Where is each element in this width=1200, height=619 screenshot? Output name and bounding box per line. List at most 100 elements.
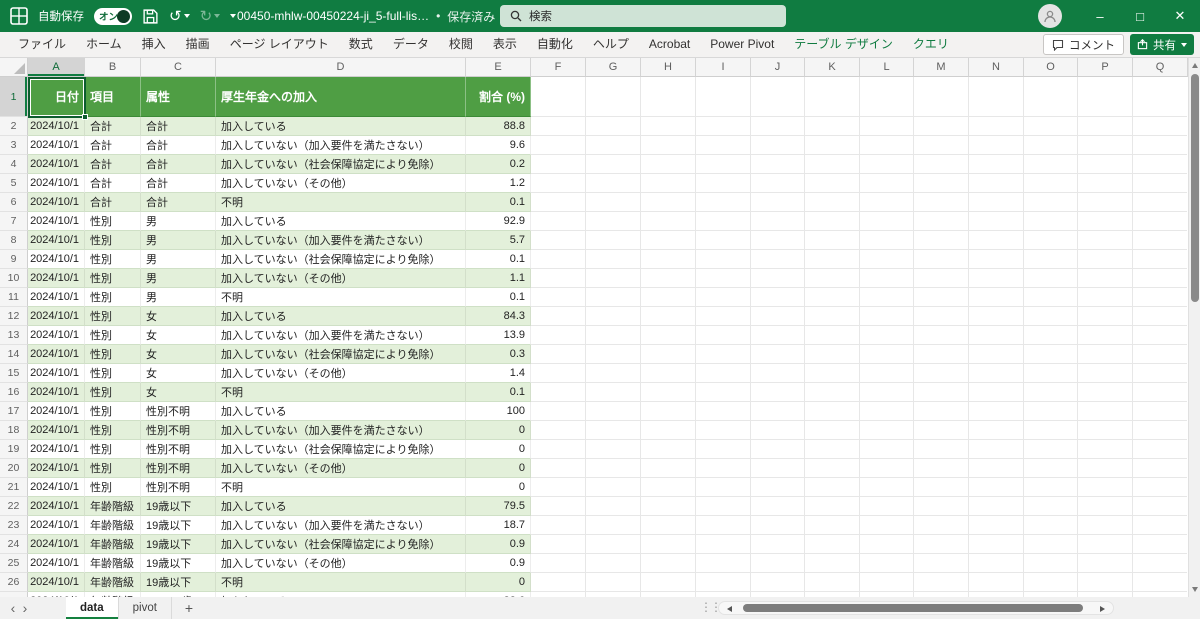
cell-B23[interactable]: 年齢階級 — [85, 516, 141, 535]
cell-L14[interactable] — [860, 345, 914, 364]
cell-M15[interactable] — [914, 364, 969, 383]
cell-I6[interactable] — [696, 193, 751, 212]
cell-N18[interactable] — [969, 421, 1024, 440]
cell-F5[interactable] — [531, 174, 586, 193]
row-header-11[interactable]: 11 — [0, 288, 28, 307]
select-all-corner[interactable] — [0, 58, 28, 77]
cell-N13[interactable] — [969, 326, 1024, 345]
cell-I14[interactable] — [696, 345, 751, 364]
ribbon-tab-8[interactable]: 表示 — [483, 32, 527, 58]
cell-D16[interactable]: 不明 — [216, 383, 466, 402]
cell-Q21[interactable] — [1133, 478, 1187, 497]
cell-P22[interactable] — [1078, 497, 1133, 516]
cell-D1[interactable]: 厚生年金への加入 — [216, 77, 466, 117]
cell-P6[interactable] — [1078, 193, 1133, 212]
cell-A1[interactable]: 日付 — [28, 77, 85, 117]
horizontal-scrollbar-thumb[interactable] — [743, 604, 1083, 612]
cell-L12[interactable] — [860, 307, 914, 326]
cell-F18[interactable] — [531, 421, 586, 440]
cell-D3[interactable]: 加入していない（加入要件を満たさない） — [216, 136, 466, 155]
cell-F22[interactable] — [531, 497, 586, 516]
cell-P21[interactable] — [1078, 478, 1133, 497]
cell-M4[interactable] — [914, 155, 969, 174]
cell-K2[interactable] — [805, 117, 860, 136]
cell-P9[interactable] — [1078, 250, 1133, 269]
cell-H14[interactable] — [641, 345, 696, 364]
cell-G16[interactable] — [586, 383, 641, 402]
cell-F4[interactable] — [531, 155, 586, 174]
cell-H20[interactable] — [641, 459, 696, 478]
cell-I17[interactable] — [696, 402, 751, 421]
row-header-17[interactable]: 17 — [0, 402, 28, 421]
cell-N25[interactable] — [969, 554, 1024, 573]
row-header-22[interactable]: 22 — [0, 497, 28, 516]
cell-N12[interactable] — [969, 307, 1024, 326]
cell-C23[interactable]: 19歳以下 — [141, 516, 216, 535]
cell-A4[interactable]: 2024/10/1 — [28, 155, 85, 174]
cell-E16[interactable]: 0.1 — [466, 383, 531, 402]
row-header-2[interactable]: 2 — [0, 117, 28, 136]
cell-H26[interactable] — [641, 573, 696, 592]
row-header-1[interactable]: 1 — [0, 77, 28, 117]
cell-N11[interactable] — [969, 288, 1024, 307]
cell-O19[interactable] — [1024, 440, 1078, 459]
cell-K21[interactable] — [805, 478, 860, 497]
sheet-tab-data[interactable]: data — [66, 597, 119, 619]
scroll-right-icon[interactable] — [1100, 606, 1105, 612]
cell-C20[interactable]: 性別不明 — [141, 459, 216, 478]
cell-O23[interactable] — [1024, 516, 1078, 535]
cell-B22[interactable]: 年齢階級 — [85, 497, 141, 516]
column-header-I[interactable]: I — [696, 58, 751, 77]
cell-H8[interactable] — [641, 231, 696, 250]
cell-N16[interactable] — [969, 383, 1024, 402]
cell-Q1[interactable] — [1133, 77, 1187, 117]
cell-O16[interactable] — [1024, 383, 1078, 402]
cell-F10[interactable] — [531, 269, 586, 288]
cell-D4[interactable]: 加入していない（社会保障協定により免除） — [216, 155, 466, 174]
cell-K8[interactable] — [805, 231, 860, 250]
row-header-9[interactable]: 9 — [0, 250, 28, 269]
cell-I20[interactable] — [696, 459, 751, 478]
row-header-6[interactable]: 6 — [0, 193, 28, 212]
cell-Q7[interactable] — [1133, 212, 1187, 231]
cell-D19[interactable]: 加入していない（社会保障協定により免除） — [216, 440, 466, 459]
cell-E5[interactable]: 1.2 — [466, 174, 531, 193]
cell-I5[interactable] — [696, 174, 751, 193]
cell-K7[interactable] — [805, 212, 860, 231]
cell-I11[interactable] — [696, 288, 751, 307]
cell-B24[interactable]: 年齢階級 — [85, 535, 141, 554]
cell-H24[interactable] — [641, 535, 696, 554]
vertical-scrollbar[interactable] — [1188, 58, 1200, 597]
cell-A7[interactable]: 2024/10/1 — [28, 212, 85, 231]
search-input[interactable]: 検索 — [500, 5, 786, 27]
cell-I9[interactable] — [696, 250, 751, 269]
cell-C8[interactable]: 男 — [141, 231, 216, 250]
cell-K6[interactable] — [805, 193, 860, 212]
cell-E21[interactable]: 0 — [466, 478, 531, 497]
cell-N9[interactable] — [969, 250, 1024, 269]
restore-button[interactable]: □ — [1120, 0, 1160, 32]
column-header-N[interactable]: N — [969, 58, 1024, 77]
cell-E24[interactable]: 0.9 — [466, 535, 531, 554]
cell-B15[interactable]: 性別 — [85, 364, 141, 383]
cell-M23[interactable] — [914, 516, 969, 535]
cell-G15[interactable] — [586, 364, 641, 383]
cell-F12[interactable] — [531, 307, 586, 326]
cell-L26[interactable] — [860, 573, 914, 592]
cell-K11[interactable] — [805, 288, 860, 307]
cell-O17[interactable] — [1024, 402, 1078, 421]
cell-J5[interactable] — [751, 174, 805, 193]
cell-P19[interactable] — [1078, 440, 1133, 459]
cell-F2[interactable] — [531, 117, 586, 136]
add-sheet-button[interactable]: + — [172, 600, 206, 616]
cell-L22[interactable] — [860, 497, 914, 516]
cell-H10[interactable] — [641, 269, 696, 288]
cell-D6[interactable]: 不明 — [216, 193, 466, 212]
cell-E17[interactable]: 100 — [466, 402, 531, 421]
cell-B10[interactable]: 性別 — [85, 269, 141, 288]
cell-J1[interactable] — [751, 77, 805, 117]
cell-M12[interactable] — [914, 307, 969, 326]
cell-K4[interactable] — [805, 155, 860, 174]
cell-Q11[interactable] — [1133, 288, 1187, 307]
cell-F9[interactable] — [531, 250, 586, 269]
